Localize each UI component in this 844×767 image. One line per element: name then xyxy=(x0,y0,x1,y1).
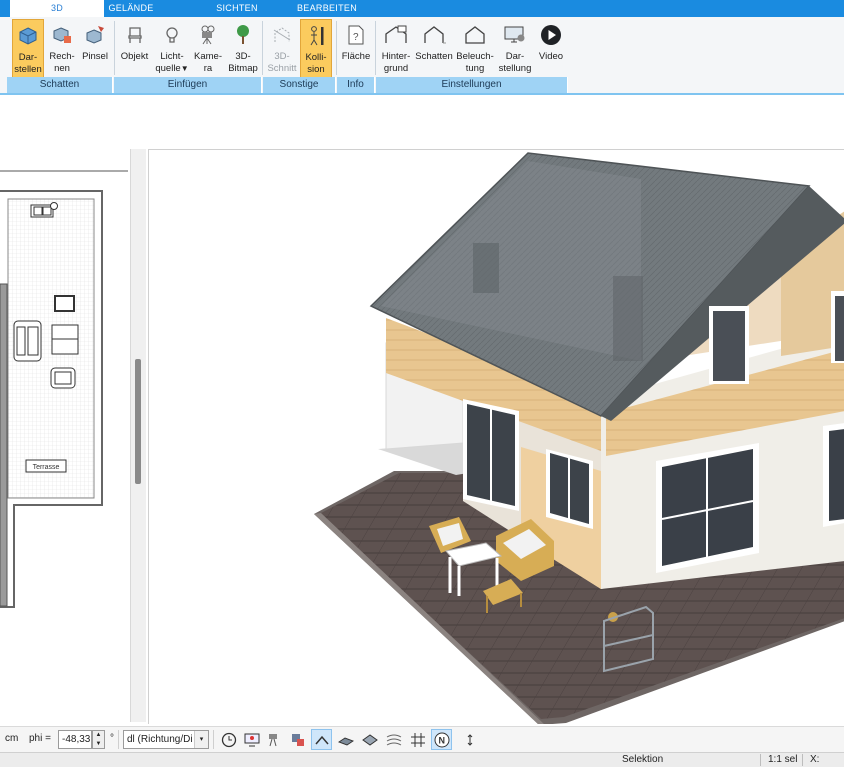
collision-person-icon xyxy=(301,20,331,52)
darstellen-button[interactable]: Dar- stellen xyxy=(12,19,44,79)
lichtquelle-button[interactable]: Licht- quelle▼ xyxy=(154,19,190,79)
video-button[interactable]: Video xyxy=(536,19,566,79)
pinsel-button[interactable]: Pinsel xyxy=(80,19,110,79)
phi-input[interactable]: -48,33 xyxy=(58,730,92,749)
plan-vertical-scrollbar[interactable] xyxy=(131,149,146,722)
layers-color-icon[interactable] xyxy=(287,729,308,750)
tab-sichten[interactable]: SICHTEN xyxy=(212,0,262,17)
rechnen-button[interactable]: Rech- nen xyxy=(46,19,78,79)
floor-plan-drawing: Terrasse xyxy=(0,170,128,608)
lightbulb-icon xyxy=(154,19,190,51)
darstellung-button[interactable]: Dar- stellung xyxy=(496,19,534,79)
brush-cube-icon xyxy=(80,19,110,51)
unit-label: cm xyxy=(5,733,19,744)
3d-bitmap-button[interactable]: 3D- Bitmap xyxy=(226,19,260,79)
3d-house-render xyxy=(314,152,844,724)
area-info-icon: ? xyxy=(340,19,372,51)
roof-view-icon[interactable] xyxy=(311,729,332,750)
toolbar-separator xyxy=(213,730,214,749)
camera-icon xyxy=(192,19,224,51)
group-einfuegen-label: Einfügen xyxy=(114,77,262,93)
floor-plan-pane[interactable]: Terrasse xyxy=(0,149,131,722)
flaeche-button[interactable]: ? Fläche xyxy=(340,19,372,79)
beleuchtung-button[interactable]: Beleuch- tung xyxy=(456,19,494,79)
monitor-pin-icon[interactable] xyxy=(241,729,262,750)
application-window: 3D GELÄNDE SICHTEN BEARBEITEN Dar- stell… xyxy=(0,0,844,767)
scrollbar-thumb[interactable] xyxy=(135,359,141,484)
ribbon-separator xyxy=(375,21,376,75)
ribbon-tab-bar: 3D GELÄNDE SICHTEN BEARBEITEN xyxy=(0,0,844,17)
phi-spinner[interactable]: ▲ ▼ xyxy=(92,730,105,749)
ribbon-separator xyxy=(262,21,263,75)
schatten-button[interactable]: Schatten xyxy=(414,19,454,79)
house-shadow-icon xyxy=(414,19,454,51)
stairs-icon[interactable] xyxy=(335,729,356,750)
objekt-button[interactable]: Objekt xyxy=(118,19,151,79)
group-schatten-label: Schatten xyxy=(7,77,113,93)
3d-viewport[interactable] xyxy=(148,149,844,724)
svg-text:N: N xyxy=(438,735,445,745)
phi-label: phi = xyxy=(29,733,51,744)
render-cube-icon xyxy=(13,20,43,52)
status-coordinate-x: X: xyxy=(810,754,820,765)
camera-path-icon[interactable] xyxy=(264,729,285,750)
plan-room-label: Terrasse xyxy=(33,464,60,471)
chair-icon xyxy=(118,19,151,51)
clock-icon[interactable] xyxy=(218,729,239,750)
house-background-icon xyxy=(378,19,414,51)
ribbon-separator xyxy=(114,21,115,75)
grid-icon[interactable] xyxy=(407,729,428,750)
play-icon xyxy=(536,19,566,51)
group-einstellungen-label: Einstellungen xyxy=(376,77,568,93)
status-separator xyxy=(760,754,761,766)
dropdown-arrow-icon[interactable]: ▼ xyxy=(181,64,189,73)
ribbon-group-labels: Schatten Einfügen Sonstige Info Einstell… xyxy=(0,77,844,93)
hintergrund-button[interactable]: Hinter- grund xyxy=(378,19,414,79)
monitor-gear-icon xyxy=(496,19,534,51)
tab-3d[interactable]: 3D xyxy=(10,0,104,17)
vertical-arrow-icon[interactable] xyxy=(459,729,480,750)
svg-text:?: ? xyxy=(353,32,359,43)
kamera-button[interactable]: Kame- ra xyxy=(192,19,224,79)
ribbon-separator xyxy=(336,21,337,75)
tree-icon xyxy=(226,19,260,51)
status-mode: Selektion xyxy=(622,754,664,765)
group-info-label: Info xyxy=(337,77,375,93)
status-bar: Selektion 1:1 sel X: xyxy=(0,752,844,767)
house-light-icon xyxy=(456,19,494,51)
group-sonstige-label: Sonstige xyxy=(263,77,336,93)
north-compass-icon[interactable]: N xyxy=(431,729,452,750)
bottom-toolbar: cm phi = -48,33 ▲▼ ° dl (Richtung/Di ▾ xyxy=(0,726,844,752)
terrain-lines-icon[interactable] xyxy=(383,729,404,750)
status-scale: 1:1 sel xyxy=(768,754,798,765)
slab-icon[interactable] xyxy=(359,729,380,750)
section-icon xyxy=(265,19,299,51)
degree-label: ° xyxy=(110,733,114,744)
calc-cube-icon xyxy=(46,19,78,51)
kollision-button[interactable]: Kolli- sion xyxy=(300,19,332,79)
tab-gelaende[interactable]: GELÄNDE xyxy=(106,0,156,17)
ribbon: Dar- stellen Rech- nen Pinsel Objekt Lic… xyxy=(0,17,844,95)
chevron-down-icon[interactable]: ▾ xyxy=(194,731,208,748)
status-separator xyxy=(802,754,803,766)
tab-bearbeiten[interactable]: BEARBEITEN xyxy=(296,0,358,17)
toolbar-separator xyxy=(118,730,119,749)
3d-schnitt-button[interactable]: 3D- Schnitt xyxy=(265,19,299,79)
